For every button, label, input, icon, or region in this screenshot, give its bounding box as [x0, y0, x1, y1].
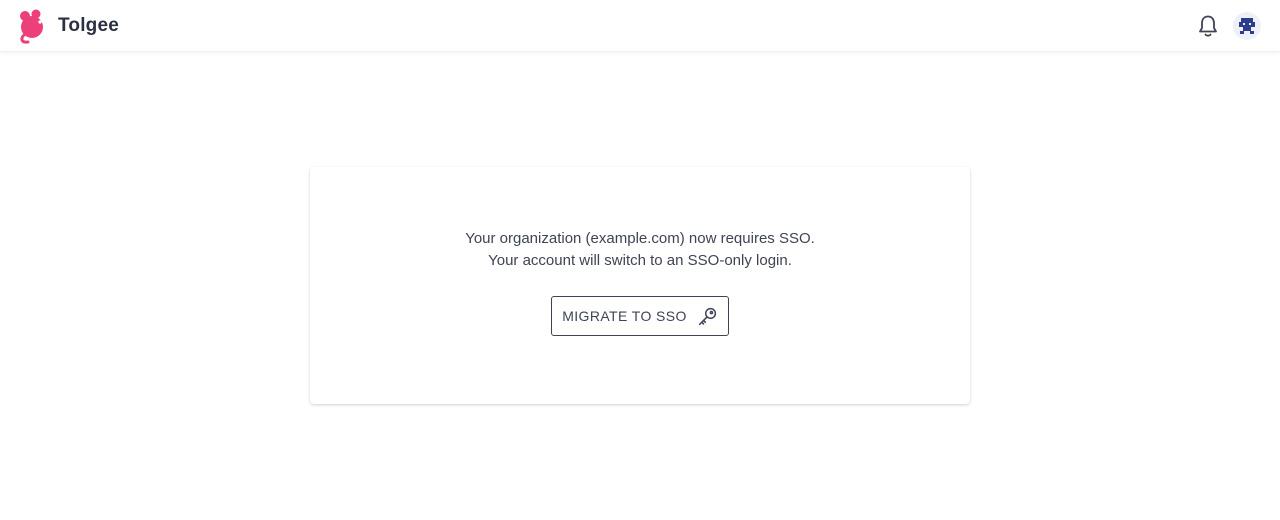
sso-switch-message: Your account will switch to an SSO-only …: [488, 252, 792, 269]
brand-name: Tolgee: [58, 15, 120, 36]
sso-migration-card: Your organization (example.com) now requ…: [310, 167, 970, 404]
bell-icon: [1199, 15, 1217, 37]
sso-required-message: Your organization (example.com) now requ…: [465, 230, 815, 247]
migrate-to-sso-button[interactable]: MIGRATE TO SSO: [551, 296, 729, 336]
avatar-icon: [1239, 18, 1255, 34]
top-app-bar: Tolgee: [0, 0, 1280, 52]
tolgee-logo-icon: [20, 9, 43, 44]
notifications-button[interactable]: [1194, 12, 1222, 40]
user-avatar-button[interactable]: [1233, 12, 1261, 40]
migrate-to-sso-label: MIGRATE TO SSO: [562, 308, 687, 324]
key-icon: [698, 307, 716, 325]
brand-home-link[interactable]: Tolgee: [16, 8, 119, 44]
